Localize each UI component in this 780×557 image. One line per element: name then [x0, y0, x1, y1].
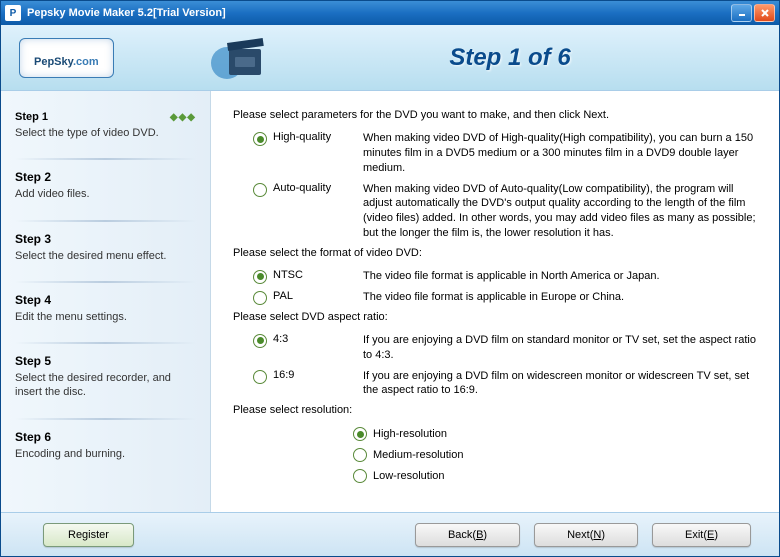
aspect-prompt: Please select DVD aspect ratio:	[233, 311, 757, 323]
body: Step 1◆◆◆ Select the type of video DVD. …	[1, 91, 779, 512]
format-prompt: Please select the format of video DVD:	[233, 247, 757, 259]
resolution-prompt: Please select resolution:	[233, 404, 757, 416]
radio-high-res[interactable]	[353, 427, 367, 441]
sidebar: Step 1◆◆◆ Select the type of video DVD. …	[1, 91, 211, 512]
titlebar: P Pepsky Movie Maker 5.2[Trial Version]	[1, 1, 779, 25]
format-group: NTSC The video file format is applicable…	[253, 269, 757, 305]
radio-auto-quality[interactable]	[253, 183, 267, 197]
step-title: Step 1 of 6	[301, 44, 779, 72]
close-button[interactable]	[754, 4, 775, 22]
window-title: Pepsky Movie Maker 5.2[Trial Version]	[27, 7, 729, 19]
sidebar-step-1: Step 1◆◆◆ Select the type of video DVD.	[15, 111, 196, 140]
header: PepSky.com Step 1 of 6	[1, 25, 779, 91]
sidebar-step-3: Step 3 Select the desired menu effect.	[15, 232, 196, 263]
back-button[interactable]: Back(B)	[415, 523, 520, 547]
resolution-group: High-resolution Medium-resolution Low-re…	[353, 426, 757, 483]
register-button[interactable]: Register	[43, 523, 134, 547]
logo: PepSky.com	[19, 38, 114, 78]
minimize-button[interactable]	[731, 4, 752, 22]
radio-low-res[interactable]	[353, 469, 367, 483]
aspect-group: 4:3 If you are enjoying a DVD film on st…	[253, 333, 757, 398]
radio-4-3[interactable]	[253, 334, 267, 348]
radio-high-quality[interactable]	[253, 132, 267, 146]
content: Please select parameters for the DVD you…	[211, 91, 779, 512]
radio-ntsc[interactable]	[253, 270, 267, 284]
sidebar-step-4: Step 4 Edit the menu settings.	[15, 293, 196, 324]
intro-text: Please select parameters for the DVD you…	[233, 109, 757, 121]
quality-group: High-quality When making video DVD of Hi…	[253, 131, 757, 241]
logo-area: PepSky.com	[1, 25, 211, 90]
clapper-icon	[211, 25, 301, 90]
sidebar-step-5: Step 5 Select the desired recorder, and …	[15, 354, 196, 400]
exit-button[interactable]: Exit(E)	[652, 523, 751, 547]
app-window: P Pepsky Movie Maker 5.2[Trial Version] …	[0, 0, 780, 557]
radio-pal[interactable]	[253, 291, 267, 305]
footer: Register Back(B) Next(N) Exit(E)	[1, 512, 779, 556]
radio-16-9[interactable]	[253, 370, 267, 384]
active-dots-icon: ◆◆◆	[170, 112, 196, 123]
sidebar-step-6: Step 6 Encoding and burning.	[15, 430, 196, 461]
app-icon: P	[5, 5, 21, 21]
next-button[interactable]: Next(N)	[534, 523, 638, 547]
radio-medium-res[interactable]	[353, 448, 367, 462]
sidebar-step-2: Step 2 Add video files.	[15, 170, 196, 201]
